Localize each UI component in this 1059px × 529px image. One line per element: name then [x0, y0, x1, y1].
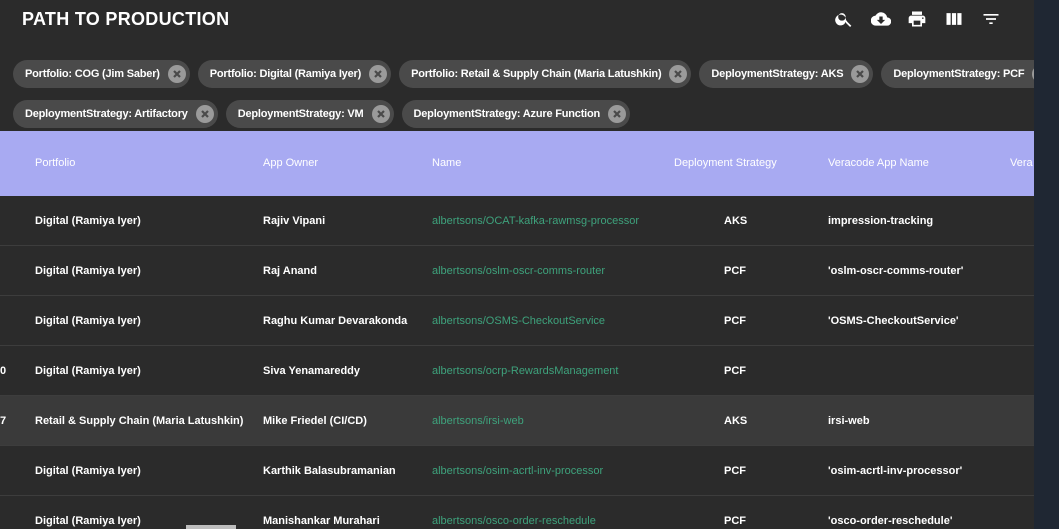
search-icon[interactable] — [832, 8, 856, 30]
side-gutter — [1034, 0, 1059, 529]
filter-chip: DeploymentStrategy: Azure Function — [401, 100, 631, 128]
filter-chip: DeploymentStrategy: VM — [225, 100, 394, 128]
table-row[interactable]: Digital (Ramiya Iyer) Rajiv Vipani alber… — [0, 196, 1034, 246]
filter-chip-label: DeploymentStrategy: AKS — [711, 68, 844, 80]
cell-name-link[interactable]: albertsons/osco-order-reschedule — [432, 515, 596, 527]
cell-deployment-strategy: PCF — [724, 315, 746, 327]
table-header: Portfolio App Owner Name Deployment Stra… — [0, 131, 1034, 196]
column-header-veracode-partial[interactable]: Vera — [1010, 157, 1033, 169]
filter-chip-row-1: Portfolio: COG (Jim Saber) Portfolio: Di… — [13, 60, 1034, 88]
filter-chip-label: Portfolio: Retail & Supply Chain (Maria … — [411, 68, 662, 80]
column-header-name[interactable]: Name — [432, 157, 461, 169]
row-edge-text: 0 — [0, 365, 7, 377]
column-header-deployment-strategy[interactable]: Deployment Strategy — [674, 157, 777, 169]
table-row[interactable]: Digital (Ramiya Iyer) Manishankar Muraha… — [0, 496, 1034, 529]
cloud-download-icon[interactable] — [869, 8, 893, 30]
close-icon[interactable] — [608, 105, 627, 123]
column-header-veracode-app-name[interactable]: Veracode App Name — [828, 157, 929, 169]
cell-app-owner: Manishankar Murahari — [263, 515, 380, 527]
toolbar — [832, 8, 1015, 30]
filter-chip: DeploymentStrategy: AKS — [699, 60, 874, 88]
filter-chip: DeploymentStrategy: PCF — [881, 60, 1034, 88]
table-row[interactable]: 7 Retail & Supply Chain (Maria Latushkin… — [0, 396, 1034, 446]
cell-name-link[interactable]: albertsons/oslm-oscr-comms-router — [432, 265, 605, 277]
filter-chips: Portfolio: COG (Jim Saber) Portfolio: Di… — [13, 60, 1034, 140]
column-header-portfolio[interactable]: Portfolio — [35, 157, 75, 169]
close-icon[interactable] — [371, 105, 390, 123]
close-icon[interactable] — [851, 65, 870, 83]
table-row[interactable]: Digital (Ramiya Iyer) Karthik Balasubram… — [0, 446, 1034, 496]
cell-veracode-app-name: impression-tracking — [828, 215, 934, 227]
filter-chip-row-2: DeploymentStrategy: Artifactory Deployme… — [13, 100, 1023, 128]
close-icon[interactable] — [369, 65, 388, 83]
cell-portfolio: Digital (Ramiya Iyer) — [35, 265, 141, 277]
view-column-icon[interactable] — [942, 8, 966, 30]
cell-name-link[interactable]: albertsons/irsi-web — [432, 415, 524, 427]
cell-name-link[interactable]: albertsons/ocrp-RewardsManagement — [432, 365, 618, 377]
filter-chip-label: Portfolio: Digital (Ramiya Iyer) — [209, 68, 362, 80]
filter-list-icon[interactable] — [979, 8, 1003, 30]
cell-veracode-app-name: irsi-web — [828, 415, 870, 427]
column-header-app-owner[interactable]: App Owner — [263, 157, 318, 169]
cell-app-owner: Raghu Kumar Devarakonda — [263, 315, 408, 327]
cell-deployment-strategy: PCF — [724, 365, 746, 377]
filter-chip-label: DeploymentStrategy: Azure Function — [413, 108, 601, 120]
cell-portfolio: Digital (Ramiya Iyer) — [35, 315, 141, 327]
cell-veracode-app-name: 'osco-order-reschedule' — [828, 515, 953, 527]
filter-chip: Portfolio: COG (Jim Saber) — [13, 60, 190, 88]
filter-chip-label: DeploymentStrategy: PCF — [893, 68, 1025, 80]
page-title: PATH TO PRODUCTION — [22, 9, 230, 29]
cell-veracode-app-name: 'osim-acrtl-inv-processor' — [828, 465, 963, 477]
filter-chip-label: Portfolio: COG (Jim Saber) — [25, 68, 160, 80]
filter-chip-label: DeploymentStrategy: VM — [237, 108, 364, 120]
cell-portfolio: Digital (Ramiya Iyer) — [35, 365, 141, 377]
cell-app-owner: Rajiv Vipani — [263, 215, 326, 227]
cell-veracode-app-name: 'oslm-oscr-comms-router' — [828, 265, 964, 277]
close-icon[interactable] — [167, 65, 186, 83]
table-row[interactable]: 0 Digital (Ramiya Iyer) Siva Yenamareddy… — [0, 346, 1034, 396]
cell-veracode-app-name: 'OSMS-CheckoutService' — [828, 315, 959, 327]
table-row[interactable]: Digital (Ramiya Iyer) Raj Anand albertso… — [0, 246, 1034, 296]
cell-name-link[interactable]: albertsons/osim-acrtl-inv-processor — [432, 465, 603, 477]
cell-portfolio: Digital (Ramiya Iyer) — [35, 465, 141, 477]
cell-deployment-strategy: PCF — [724, 465, 746, 477]
cell-portfolio: Digital (Ramiya Iyer) — [35, 515, 141, 527]
filter-chip: Portfolio: Retail & Supply Chain (Maria … — [399, 60, 692, 88]
filter-chip: DeploymentStrategy: Artifactory — [13, 100, 218, 128]
filter-chip-label: DeploymentStrategy: Artifactory — [25, 108, 188, 120]
cell-deployment-strategy: PCF — [724, 265, 746, 277]
horizontal-scrollbar-thumb[interactable] — [186, 525, 236, 529]
cell-portfolio: Retail & Supply Chain (Maria Latushkin) — [35, 415, 244, 427]
table-body: Digital (Ramiya Iyer) Rajiv Vipani alber… — [0, 196, 1034, 529]
cell-name-link[interactable]: albertsons/OSMS-CheckoutService — [432, 315, 605, 327]
cell-app-owner: Raj Anand — [263, 265, 317, 277]
close-icon[interactable] — [669, 65, 688, 83]
table-row[interactable]: Digital (Ramiya Iyer) Raghu Kumar Devara… — [0, 296, 1034, 346]
row-edge-text: 7 — [0, 415, 7, 427]
cell-app-owner: Karthik Balasubramanian — [263, 465, 396, 477]
filter-chip: Portfolio: Digital (Ramiya Iyer) — [197, 60, 392, 88]
cell-portfolio: Digital (Ramiya Iyer) — [35, 215, 141, 227]
cell-deployment-strategy: PCF — [724, 515, 746, 527]
cell-app-owner: Mike Friedel (CI/CD) — [263, 415, 367, 427]
main-panel: PATH TO PRODUCTION Portfolio: COG (Jim S… — [0, 0, 1034, 529]
close-icon[interactable] — [195, 105, 214, 123]
cell-app-owner: Siva Yenamareddy — [263, 365, 361, 377]
print-icon[interactable] — [905, 8, 929, 30]
cell-deployment-strategy: AKS — [724, 415, 748, 427]
cell-deployment-strategy: AKS — [724, 215, 748, 227]
cell-name-link[interactable]: albertsons/OCAT-kafka-rawmsg-processor — [432, 215, 639, 227]
